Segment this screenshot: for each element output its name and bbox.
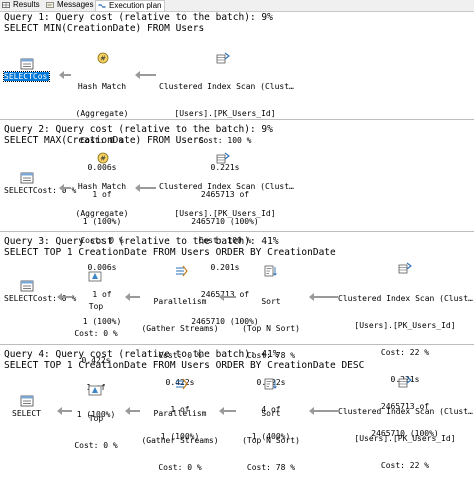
select-label: SELECT (4, 294, 33, 303)
grid-icon (2, 2, 10, 8)
tab-results-label: Results (13, 0, 40, 9)
query-1-select-node[interactable]: SELECTCost: 0 % (3, 71, 76, 82)
operator-subtype: (Gather Streams) (141, 324, 219, 333)
query-2-header: Query 2: Query cost (relative to the bat… (4, 124, 273, 135)
flow-arrow (135, 71, 156, 79)
operator-name: Hash Match (77, 182, 127, 191)
operator-name: Clustered Index Scan (Clust… (159, 182, 294, 191)
query-4-sql: SELECT TOP 1 CreationDate FROM Users ORD… (4, 360, 365, 371)
svg-text:#: # (100, 55, 106, 63)
tab-execution-plan[interactable]: Execution plan (95, 0, 166, 11)
flow-arrow (309, 407, 338, 415)
operator-cost: Cost: 22 % (380, 348, 430, 357)
query-2-sql: SELECT MAX(CreationDate) FROM Users (4, 135, 205, 146)
clustered-index-scan-icon (398, 376, 412, 388)
operator-cost: Cost: 0 % (158, 463, 202, 472)
flow-arrow (125, 407, 140, 415)
clustered-index-scan-icon (216, 52, 230, 64)
select-label: SELECT (4, 72, 33, 81)
operator-object: [Users].[PK_Users_Id] (354, 434, 456, 443)
operator-cost: Cost: 0 % (74, 441, 118, 450)
operator-subtype: (Gather Streams) (141, 436, 219, 445)
select-icon (20, 280, 34, 292)
sort-icon (264, 265, 277, 277)
operator-subtype: (Top N Sort) (242, 436, 300, 445)
operator-subtype: (Aggregate) (75, 109, 129, 118)
select-icon (20, 172, 34, 184)
clustered-index-scan-icon (216, 152, 230, 164)
query-4-clustered-index-scan-node[interactable]: Clustered Index Scan (Clust… [Users].[PK… (338, 389, 473, 479)
svg-text:#: # (100, 155, 106, 163)
query-4-select-node[interactable]: SELECT (4, 409, 49, 418)
tab-messages-label: Messages (57, 0, 94, 9)
flow-arrow (135, 184, 156, 192)
operator-object: [Users].[PK_Users_Id] (174, 109, 276, 118)
operator-subtype: (Aggregate) (75, 209, 129, 218)
select-label: SELECT (12, 409, 41, 418)
flow-arrow (219, 407, 236, 415)
execution-plan-icon (98, 4, 106, 8)
operator-name: Top (88, 302, 104, 311)
operator-name: Clustered Index Scan (Clust… (338, 294, 473, 303)
operator-name: Clustered Index Scan (Clust… (159, 82, 294, 91)
tab-results[interactable]: Results (0, 0, 43, 10)
operator-cost: Cost: 0 % (74, 329, 118, 338)
query-4-parallelism-node[interactable]: Parallelism (Gather Streams) Cost: 0 % (140, 391, 220, 481)
operator-cost: Cost: 22 % (380, 461, 430, 470)
operator-subtype: (Top N Sort) (242, 324, 300, 333)
flow-arrow (59, 184, 71, 192)
flow-arrow (57, 407, 72, 415)
query-4-header: Query 4: Query cost (relative to the bat… (4, 349, 279, 360)
operator-name: Sort (261, 409, 281, 418)
select-icon (20, 58, 34, 70)
top-icon (88, 271, 102, 282)
hash-match-icon: # (97, 152, 109, 164)
operator-time: 0.006s (87, 263, 117, 272)
flow-arrow (59, 71, 71, 79)
query-1-sql: SELECT MIN(CreationDate) FROM Users (4, 23, 205, 34)
query-3-sql: SELECT TOP 1 CreationDate FROM Users ORD… (4, 247, 336, 258)
top-icon (88, 385, 102, 396)
parallelism-icon (176, 378, 188, 390)
tab-execution-plan-label: Execution plan (109, 1, 162, 10)
flow-arrow (125, 293, 140, 301)
query-4-top-node[interactable]: Top Cost: 0 % (72, 396, 120, 459)
select-label: SELECT (4, 186, 33, 195)
operator-name: Sort (261, 297, 281, 306)
query-separator (0, 119, 474, 120)
parallelism-icon (176, 265, 188, 277)
operator-name: Parallelism (153, 297, 207, 306)
query-3-select-node[interactable]: SELECTCost: 0 % (4, 294, 76, 303)
flow-arrow (57, 293, 72, 301)
query-1-header: Query 1: Query cost (relative to the bat… (4, 12, 273, 23)
messages-icon (46, 2, 54, 8)
tab-messages[interactable]: Messages (44, 0, 96, 10)
flow-arrow (219, 293, 236, 301)
flow-arrow (309, 293, 338, 301)
query-separator (0, 231, 474, 232)
sort-icon (264, 378, 277, 390)
operator-name: Clustered Index Scan (Clust… (338, 407, 473, 416)
operator-object: [Users].[PK_Users_Id] (354, 321, 456, 330)
operator-object: [Users].[PK_Users_Id] (174, 209, 276, 218)
select-icon (20, 395, 34, 407)
operator-cost: Cost: 78 % (246, 463, 296, 472)
results-tab-strip: Results Messages Execution plan (0, 0, 474, 12)
operator-name: Parallelism (153, 409, 207, 418)
operator-name: Hash Match (77, 82, 127, 91)
query-4-sort-node[interactable]: Sort (Top N Sort) Cost: 78 % (236, 391, 306, 481)
clustered-index-scan-icon (398, 262, 412, 274)
query-separator (0, 344, 474, 345)
hash-match-icon: # (97, 52, 109, 64)
query-2-select-node[interactable]: SELECTCost: 0 % (4, 186, 76, 195)
query-3-header: Query 3: Query cost (relative to the bat… (4, 236, 279, 247)
